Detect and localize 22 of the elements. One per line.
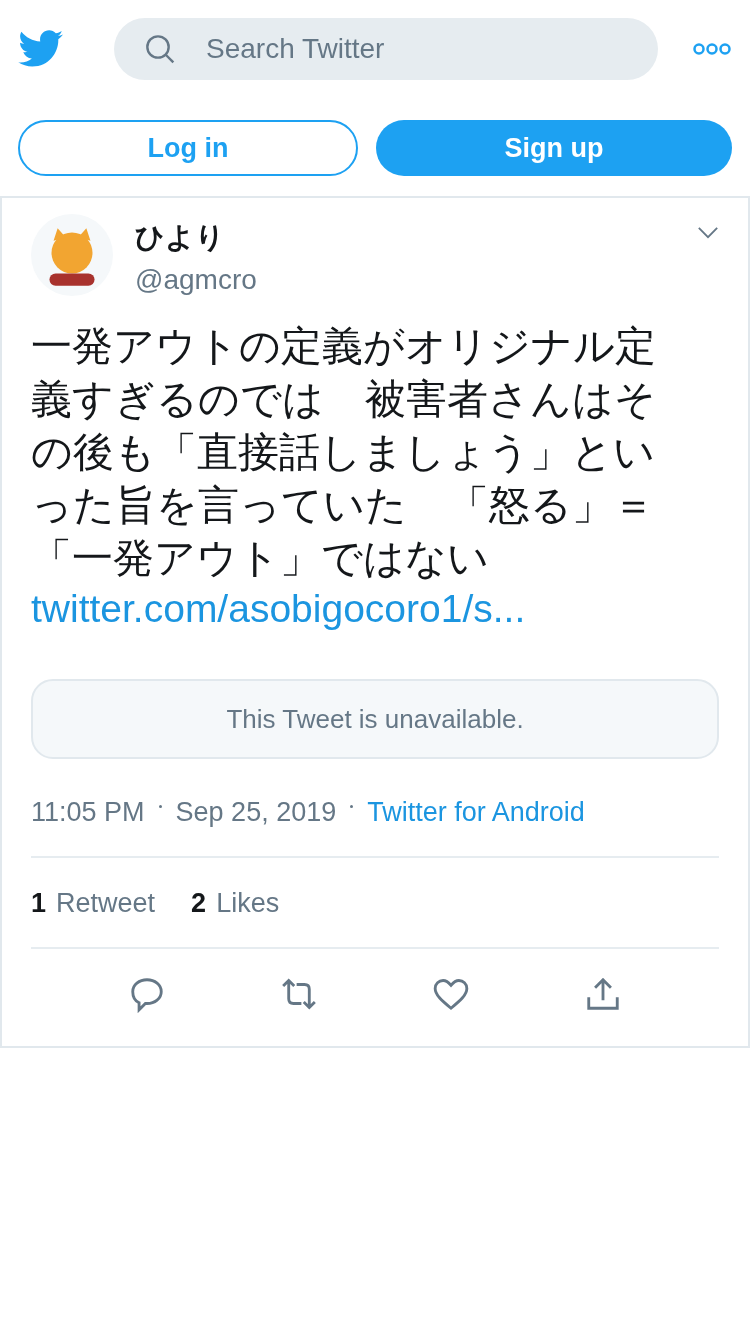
more-icon[interactable] (692, 42, 732, 56)
chevron-down-icon[interactable] (697, 226, 719, 239)
unavailable-notice: This Tweet is unavailable. (31, 679, 719, 759)
signup-button[interactable]: Sign up (376, 120, 732, 176)
search-field[interactable]: Search Twitter (114, 18, 658, 80)
avatar[interactable] (31, 214, 113, 296)
stat-count[interactable]: 1 (31, 888, 47, 919)
tweet-time: 11:05 PM (31, 797, 145, 828)
stat-label[interactable]: Retweet (56, 888, 156, 919)
stat-label[interactable]: Likes (216, 888, 280, 919)
tweet-text: 一発アウトの定義がオリジナル定義すぎるのでは 被害者さんはその後も「直接話しましょう」といった旨を言っていた 「怒る」＝「一発アウト」ではない (31, 322, 657, 583)
tweet-link[interactable]: twitter.com/asobigocoro1/s... (31, 587, 719, 631)
reply-icon[interactable] (128, 975, 166, 1013)
tweet-date: Sep 25, 2019 (175, 797, 337, 828)
stat-count[interactable]: 2 (191, 888, 207, 919)
share-icon[interactable] (584, 975, 622, 1013)
source-link[interactable]: Twitter for Android (367, 797, 585, 828)
bird-logo-icon[interactable] (18, 30, 64, 68)
login-button[interactable]: Log in (18, 120, 358, 176)
author-handle[interactable]: @agmcro (135, 264, 697, 296)
author-name[interactable]: ひより (135, 218, 697, 258)
search-icon (144, 33, 176, 65)
